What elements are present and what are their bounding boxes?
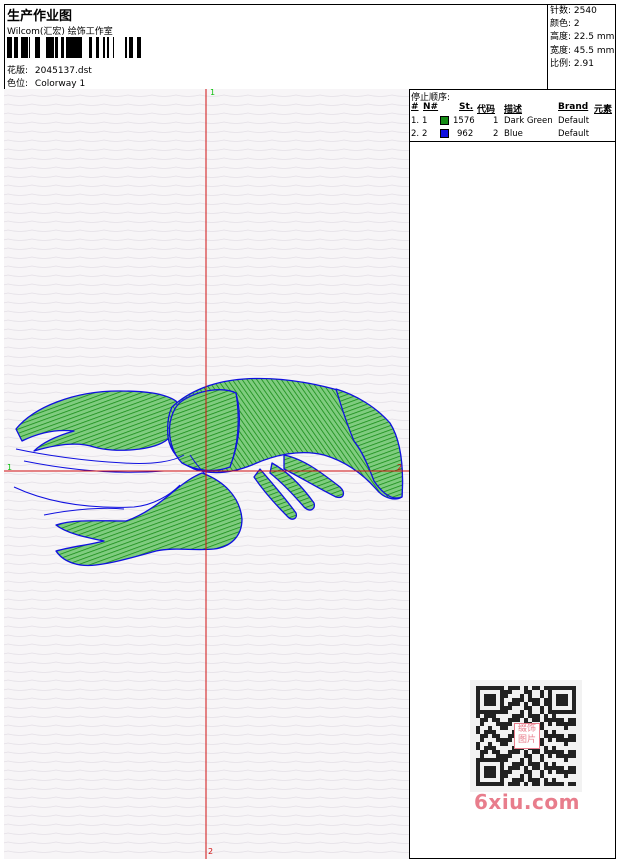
colorway-line: 色位: Colorway 1 [7,76,85,89]
row-num: 2. [411,129,420,139]
colorway-name: Colorway 1 [34,79,86,89]
design-canvas[interactable]: 1 2 1 2 [4,89,410,859]
col-brand: Brand [558,102,589,112]
row-code: 1 [493,116,499,126]
stat-width: 宽度: 45.5 mm [550,45,615,56]
axis-bottom-label: 2 [208,847,214,856]
stat-scale: 比例: 2.91 [550,58,594,69]
row-code: 2 [493,129,499,139]
stat-stitches: 针数: 2540 [550,6,597,16]
watermark-text: 6xiu.com [474,790,580,814]
row-needle: 1 [422,116,428,126]
row-brand: Default [558,116,590,126]
stats-panel: 针数: 2540 颜色: 2 高度: 22.5 mm 宽度: 45.5 mm 比… [547,4,616,90]
qr-badge: 缀饰图片 [514,723,540,749]
row-stitches: 1576 [453,116,475,126]
col-description: 描述 [504,105,523,115]
row-brand: Default [558,129,590,139]
row-num: 1. [411,116,420,126]
design-label: 花版: [7,66,29,76]
col-element: 元素 [594,105,613,115]
colorway-label: 色位: [7,79,29,89]
row-needle: 2 [422,129,428,139]
company-name: Wilcom(汇宏) 绘饰工作室 [7,27,113,37]
stat-height: 高度: 22.5 mm [550,32,615,43]
design-file: 2045137.dst [34,66,92,76]
col-num: # [411,102,419,112]
col-code: 代码 [477,105,496,115]
row-description: Blue [504,129,523,139]
design-line: 花版: 2045137.dst [7,63,92,76]
page-title: 生产作业图 [7,9,73,24]
stat-colors: 颜色: 2 [550,19,580,30]
color-swatch [440,116,449,125]
col-n: N# [423,102,439,112]
axis-right-label: 2 [397,463,403,472]
axis-top-label: 1 [210,89,216,97]
header: 生产作业图 Wilcom(汇宏) 绘饰工作室 花版: 2045137.dst 色… [4,4,616,90]
col-stitches: St. [459,102,474,112]
center-axes [4,89,409,859]
row-stitches: 962 [457,129,474,139]
barcode-icon [7,37,141,58]
axis-left-label: 1 [7,463,13,472]
color-swatch [440,129,449,138]
row-description: Dark Green [504,116,553,126]
stop-sequence-panel: 停止顺序: # N# St. 代码 描述 Brand 元素 1. 1 1576 … [409,89,616,142]
